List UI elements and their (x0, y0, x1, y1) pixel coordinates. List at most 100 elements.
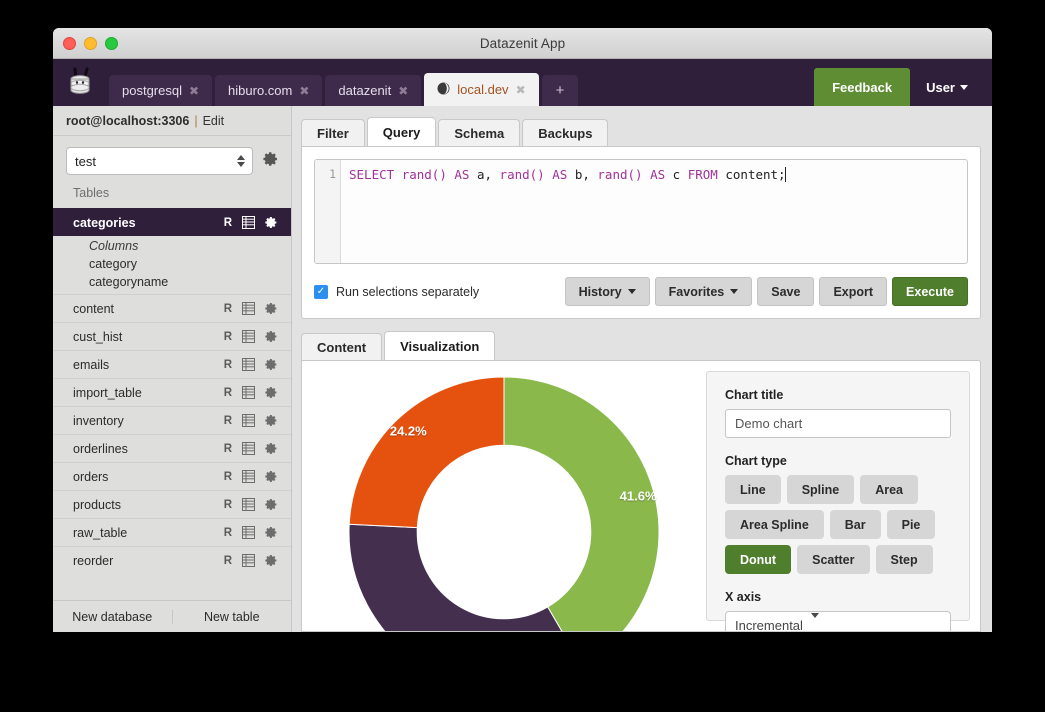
table-grid-icon[interactable] (242, 414, 255, 427)
close-icon[interactable]: ✖ (516, 83, 526, 97)
minimize-window-button[interactable] (84, 37, 97, 50)
read-icon[interactable]: R (224, 555, 232, 567)
table-row-icons[interactable]: R (224, 302, 278, 315)
table-grid-icon[interactable] (242, 386, 255, 399)
table-row-icons[interactable]: R (224, 470, 278, 483)
table-row-import-table[interactable]: import_table R (53, 378, 291, 406)
chart-type-area-spline[interactable]: Area Spline (725, 510, 824, 539)
table-row-inventory[interactable]: inventory R (53, 406, 291, 434)
table-row-emails[interactable]: emails R (53, 350, 291, 378)
gear-icon[interactable] (265, 498, 278, 511)
table-row-raw-table[interactable]: raw_table R (53, 518, 291, 546)
table-row-icons[interactable]: R (224, 526, 278, 539)
gear-icon[interactable] (265, 414, 278, 427)
main-tabs[interactable]: Filter Query Schema Backups (301, 117, 981, 146)
export-button[interactable]: Export (819, 277, 887, 306)
gear-icon[interactable] (265, 442, 278, 455)
donut-slice-0[interactable] (504, 377, 659, 632)
table-grid-icon[interactable] (242, 330, 255, 343)
read-icon[interactable]: R (224, 443, 232, 455)
gear-icon[interactable] (265, 470, 278, 483)
gear-icon[interactable] (265, 526, 278, 539)
table-row-icons[interactable]: R (224, 442, 278, 455)
gear-icon[interactable] (265, 216, 278, 229)
close-icon[interactable]: ✖ (398, 84, 408, 98)
table-grid-icon[interactable] (242, 554, 255, 567)
table-grid-icon[interactable] (242, 498, 255, 511)
chart-type-step[interactable]: Step (876, 545, 933, 574)
read-icon[interactable]: R (224, 359, 232, 371)
edit-connection-link[interactable]: Edit (203, 114, 225, 128)
table-row-icons[interactable]: R (224, 330, 278, 343)
gear-icon[interactable] (265, 554, 278, 567)
table-row-icons[interactable]: R (224, 498, 278, 511)
read-icon[interactable]: R (224, 387, 232, 399)
table-row-products[interactable]: products R (53, 490, 291, 518)
close-icon[interactable]: ✖ (189, 84, 199, 98)
tab-query[interactable]: Query (367, 117, 437, 146)
tab-content[interactable]: Content (301, 333, 382, 360)
table-row-icons[interactable]: R (224, 216, 278, 229)
chart-type-spline[interactable]: Spline (787, 475, 855, 504)
run-selections-separately-checkbox[interactable]: ✓ Run selections separately (314, 285, 479, 299)
tab-filter[interactable]: Filter (301, 119, 365, 146)
table-row-cust-hist[interactable]: cust_hist R (53, 322, 291, 350)
favorites-button[interactable]: Favorites (655, 277, 753, 306)
tab-visualization[interactable]: Visualization (384, 331, 495, 360)
database-select[interactable]: test (66, 147, 253, 175)
feedback-button[interactable]: Feedback (814, 68, 910, 106)
donut-slice-1[interactable] (349, 524, 582, 632)
gear-icon[interactable] (265, 358, 278, 371)
table-row-reorder[interactable]: reorder R (53, 546, 291, 574)
tables-list[interactable]: categories R Columns category categ (53, 208, 291, 600)
tab-schema[interactable]: Schema (438, 119, 520, 146)
table-grid-icon[interactable] (242, 526, 255, 539)
user-menu-button[interactable]: User (910, 68, 984, 106)
gear-icon[interactable] (265, 330, 278, 343)
table-row-icons[interactable]: R (224, 414, 278, 427)
chart-type-pie[interactable]: Pie (887, 510, 936, 539)
new-table-button[interactable]: New table (173, 610, 292, 624)
new-connection-tab-button[interactable]: + (542, 75, 579, 106)
connection-tab-datazenit[interactable]: datazenit ✖ (325, 75, 421, 106)
table-row-content[interactable]: content R (53, 294, 291, 322)
table-row-orders[interactable]: orders R (53, 462, 291, 490)
donut-slice-2[interactable] (349, 377, 504, 528)
result-tabs[interactable]: Content Visualization (301, 331, 981, 360)
table-grid-icon[interactable] (242, 442, 255, 455)
history-button[interactable]: History (565, 277, 650, 306)
read-icon[interactable]: R (224, 303, 232, 315)
read-icon[interactable]: R (224, 331, 232, 343)
new-database-button[interactable]: New database (53, 610, 173, 624)
table-row-orderlines[interactable]: orderlines R (53, 434, 291, 462)
read-icon[interactable]: R (224, 217, 232, 229)
chart-type-group[interactable]: Line Spline Area Area Spline Bar Pie Don… (725, 475, 951, 574)
table-grid-icon[interactable] (242, 302, 255, 315)
window-traffic-lights[interactable] (63, 37, 118, 50)
read-icon[interactable]: R (224, 415, 232, 427)
chart-type-scatter[interactable]: Scatter (797, 545, 869, 574)
read-icon[interactable]: R (224, 527, 232, 539)
sql-code[interactable]: SELECT rand() AS a, rand() AS b, rand() … (341, 160, 793, 263)
chart-type-bar[interactable]: Bar (830, 510, 881, 539)
close-window-button[interactable] (63, 37, 76, 50)
connection-tab-local-dev[interactable]: local.dev ✖ (424, 73, 538, 106)
connection-tabstrip[interactable]: postgresql ✖ hiburo.com ✖ datazenit ✖ lo… (109, 59, 581, 106)
connection-tab-postgresql[interactable]: postgresql ✖ (109, 75, 212, 106)
execute-button[interactable]: Execute (892, 277, 968, 306)
gear-icon[interactable] (265, 302, 278, 315)
connection-tab-hiburo[interactable]: hiburo.com ✖ (215, 75, 322, 106)
table-grid-icon[interactable] (242, 216, 255, 229)
save-button[interactable]: Save (757, 277, 814, 306)
donut-chart[interactable]: 41.6% 34.2% 24.2% (349, 377, 659, 632)
table-row-icons[interactable]: R (224, 386, 278, 399)
close-icon[interactable]: ✖ (299, 84, 309, 98)
chart-type-donut[interactable]: Donut (725, 545, 791, 574)
read-icon[interactable]: R (224, 471, 232, 483)
datazenit-logo-icon[interactable] (53, 59, 109, 106)
database-settings-gear-icon[interactable] (263, 151, 279, 172)
chart-title-input[interactable]: Demo chart (725, 409, 951, 438)
tab-backups[interactable]: Backups (522, 119, 608, 146)
sql-editor[interactable]: 1 SELECT rand() AS a, rand() AS b, rand(… (314, 159, 968, 264)
gear-icon[interactable] (265, 386, 278, 399)
